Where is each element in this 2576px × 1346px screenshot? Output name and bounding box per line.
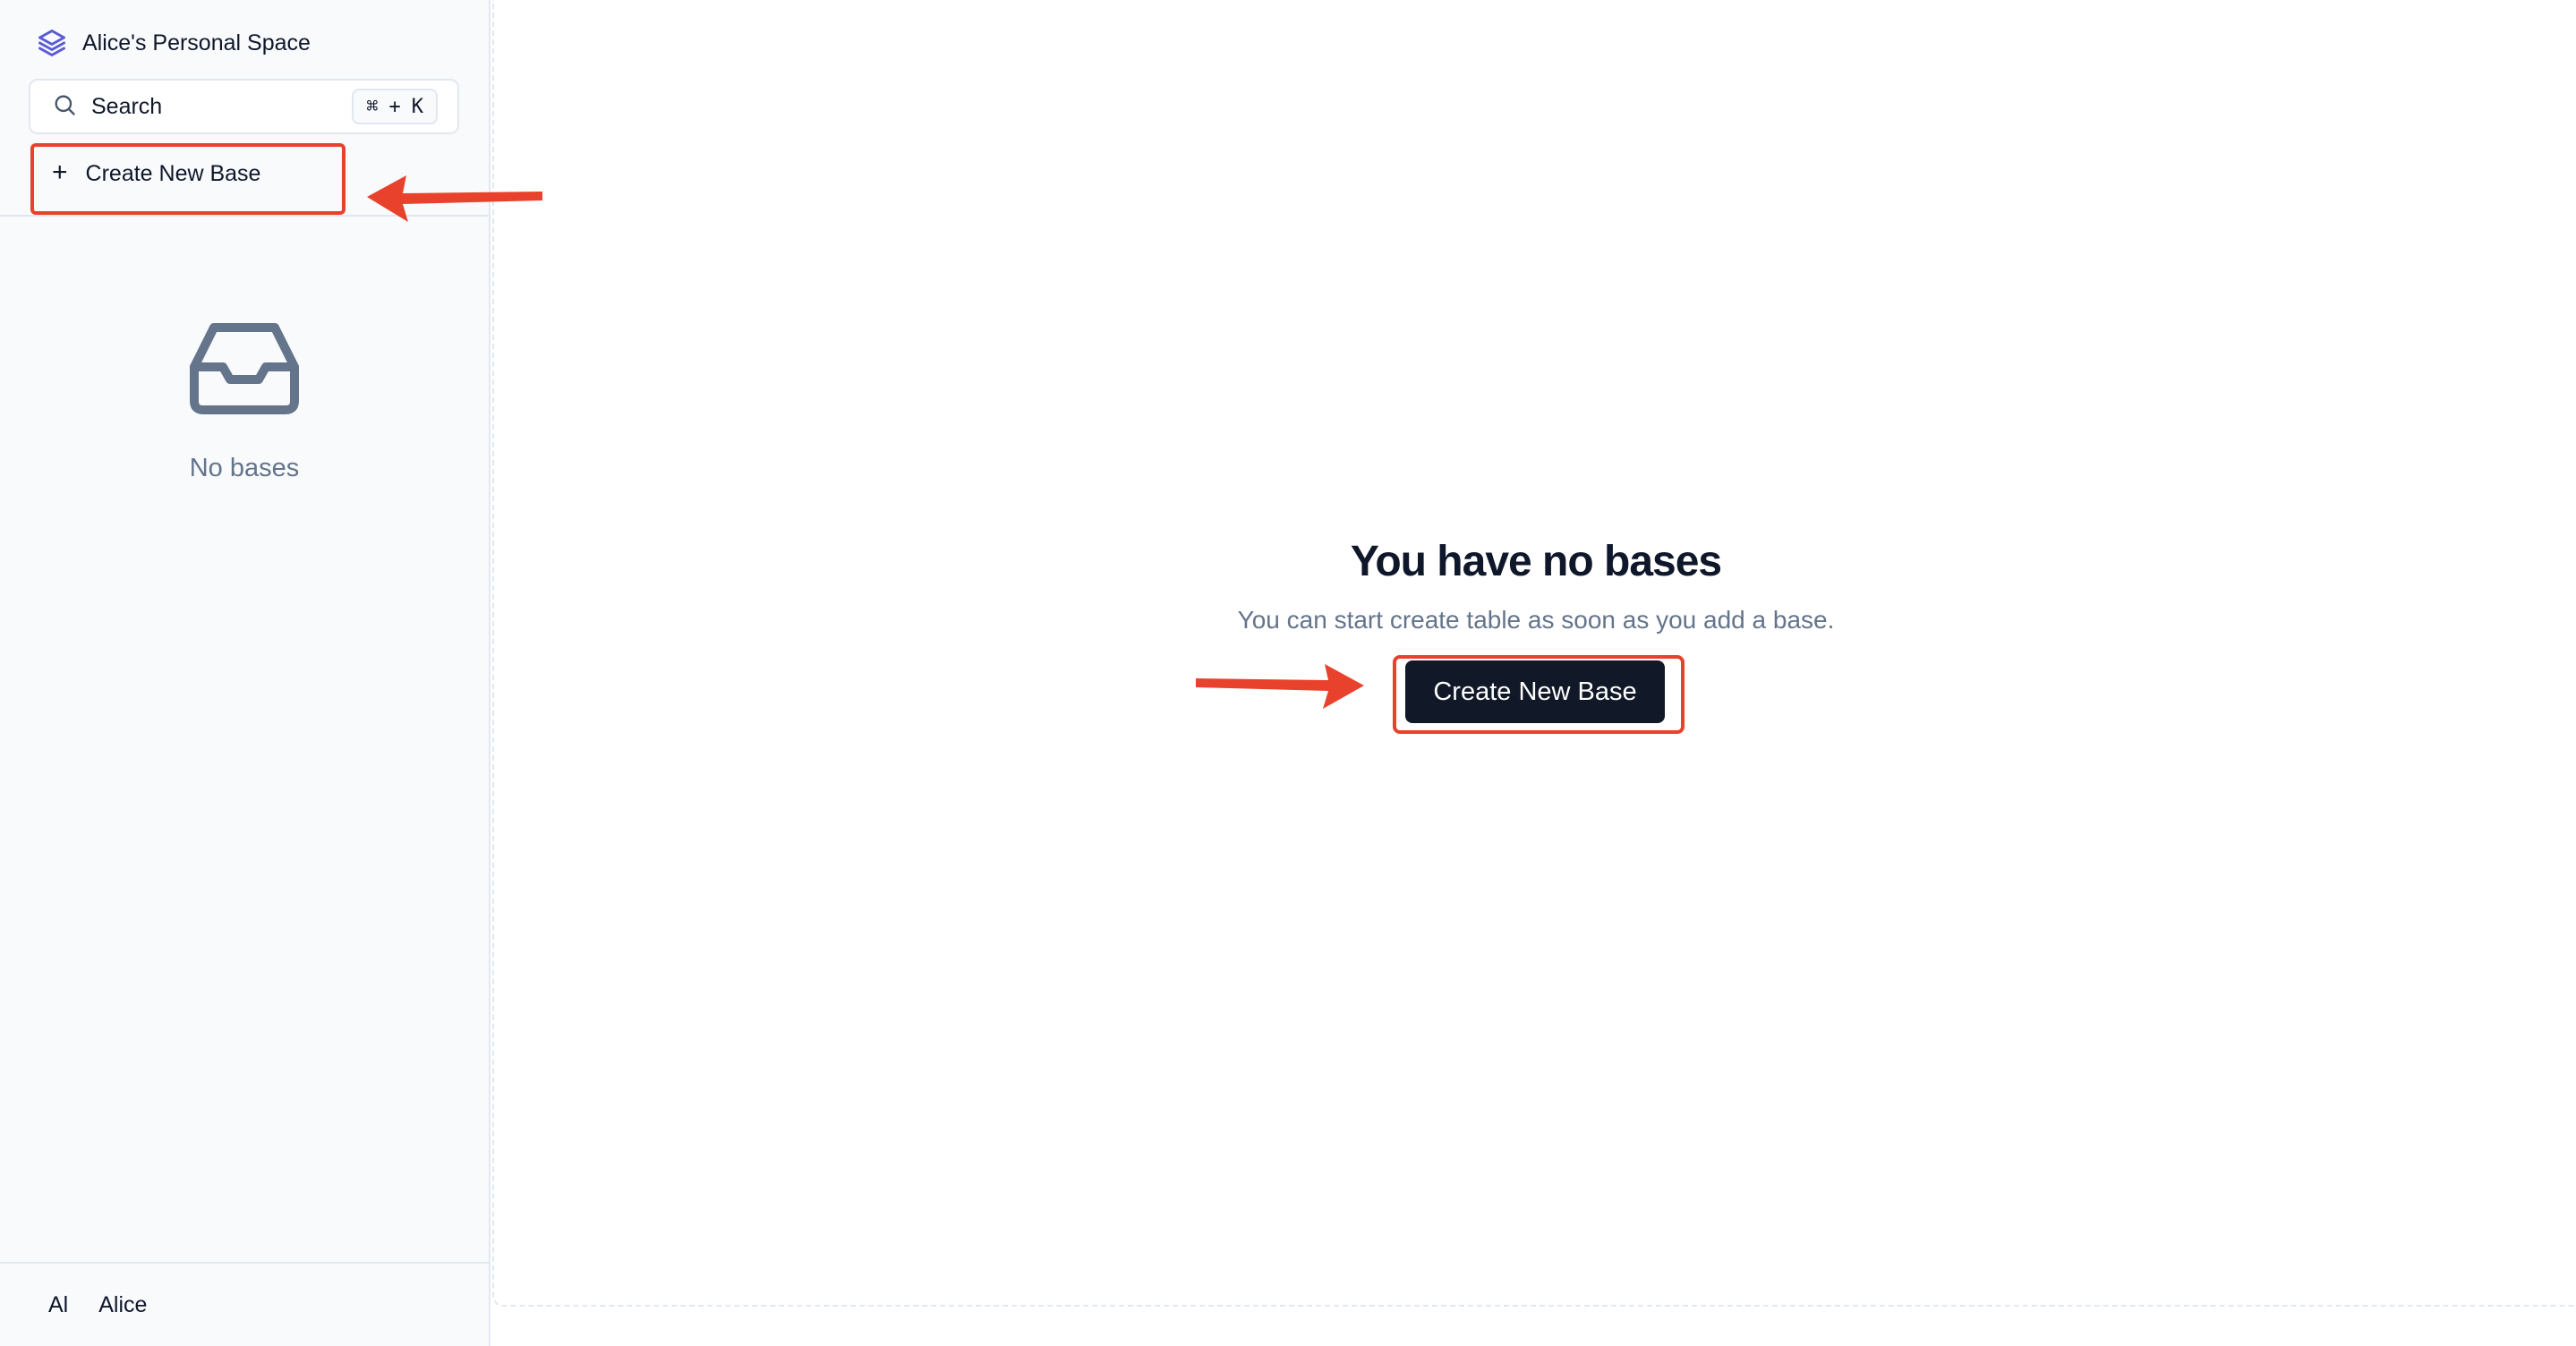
empty-title: You have no bases xyxy=(1350,538,1722,585)
sidebar-create-base-button[interactable]: + Create New Base xyxy=(30,143,345,215)
sidebar-empty-state: No bases xyxy=(0,322,489,483)
sidebar-empty-text: No bases xyxy=(189,454,300,482)
command-key: ⌘ xyxy=(366,95,379,118)
user-name: Alice xyxy=(98,1291,148,1317)
layers-logo-icon xyxy=(36,27,68,59)
app-window: Alice's Personal Space Search ⌘ + K + Cr… xyxy=(0,0,2576,1346)
main-content: You have no bases You can start create t… xyxy=(492,0,2576,1307)
search-icon xyxy=(52,92,91,122)
avatar: Al xyxy=(48,1291,69,1317)
shortcut-plus: + xyxy=(388,95,401,118)
search-input[interactable]: Search ⌘ + K xyxy=(29,79,459,134)
user-menu[interactable]: Al Alice xyxy=(0,1262,489,1346)
annotation-arrow-left-icon xyxy=(367,175,542,222)
search-shortcut-badge: ⌘ + K xyxy=(352,89,438,124)
space-header[interactable]: Alice's Personal Space xyxy=(36,25,311,61)
main-empty-state: You have no bases You can start create t… xyxy=(494,537,2576,635)
annotation-arrow-right-icon xyxy=(1196,664,1364,709)
space-title: Alice's Personal Space xyxy=(82,30,311,55)
empty-description: You can start create table as soon as yo… xyxy=(1237,606,1835,634)
shortcut-key: K xyxy=(411,95,423,118)
plus-icon: + xyxy=(52,158,68,187)
search-label: Search xyxy=(91,93,163,119)
create-base-button[interactable]: Create New Base xyxy=(1405,660,1665,723)
inbox-icon xyxy=(189,322,300,420)
sidebar-create-base-label: Create New Base xyxy=(85,161,261,186)
